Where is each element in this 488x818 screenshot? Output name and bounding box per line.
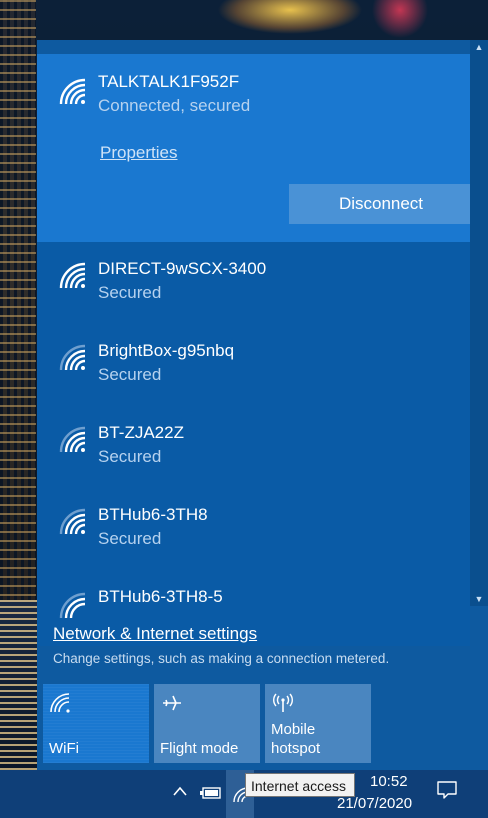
- network-tooltip: Internet access: [245, 773, 355, 797]
- wifi-signal-icon: [59, 344, 86, 371]
- wifi-signal-icon: [59, 262, 86, 289]
- battery-icon[interactable]: [200, 786, 222, 805]
- properties-link[interactable]: Properties: [100, 143, 177, 163]
- network-name: BrightBox-g95nbq: [98, 341, 235, 360]
- network-flyout: TALKTALK1F952F Connected, secured Proper…: [37, 40, 488, 770]
- taskbar: 10:52 21/07/2020: [0, 770, 488, 818]
- network-name: BTHub6-3TH8-5: [98, 587, 223, 606]
- wifi-signal-icon: [59, 592, 86, 619]
- network-status: Secured: [98, 365, 162, 384]
- network-item[interactable]: BTHub6-3TH8 Secured: [37, 498, 470, 580]
- network-status: Secured: [98, 447, 162, 466]
- network-status: Secured: [98, 283, 162, 302]
- notification-icon[interactable]: [436, 780, 458, 800]
- network-item[interactable]: BT-ZJA22Z Secured: [37, 416, 470, 498]
- flight-mode-tile[interactable]: Flight mode: [154, 684, 260, 763]
- wifi-signal-icon: [59, 78, 86, 105]
- network-item-connected[interactable]: TALKTALK1F952F Connected, secured Proper…: [37, 54, 470, 242]
- wifi-icon: [50, 693, 70, 713]
- clock-time[interactable]: 10:52: [370, 773, 408, 790]
- network-name: TALKTALK1F952F: [98, 72, 240, 91]
- network-settings-description: Change settings, such as making a connec…: [53, 651, 390, 666]
- network-item[interactable]: DIRECT-9wSCX-3400 Secured: [37, 252, 470, 334]
- wallpaper-city-lights: [0, 600, 40, 770]
- mobile-hotspot-tile[interactable]: Mobile hotspot: [265, 684, 371, 763]
- network-status: Secured: [98, 529, 162, 548]
- network-list-scrollbar[interactable]: ▲ ▼: [470, 40, 488, 606]
- wifi-toggle-tile[interactable]: WiFi: [43, 684, 149, 763]
- network-name: DIRECT-9wSCX-3400: [98, 259, 267, 278]
- network-list[interactable]: TALKTALK1F952F Connected, secured Proper…: [37, 54, 470, 646]
- airplane-icon: [163, 695, 181, 711]
- chevron-up-icon[interactable]: [172, 784, 188, 802]
- disconnect-button[interactable]: Disconnect: [289, 184, 470, 224]
- tile-label: WiFi: [49, 740, 79, 757]
- tile-label: Flight mode: [160, 740, 239, 757]
- tile-label: Mobile hotspot: [271, 721, 321, 757]
- wifi-signal-icon: [59, 508, 86, 535]
- network-status: Connected, secured: [98, 96, 251, 115]
- network-item[interactable]: BTHub6-3TH8-5: [37, 580, 470, 620]
- clock-date[interactable]: 21/07/2020: [337, 795, 412, 812]
- scroll-up-icon[interactable]: ▲: [470, 40, 488, 54]
- wifi-signal-icon: [59, 426, 86, 453]
- network-settings-link[interactable]: Network & Internet settings: [53, 624, 257, 644]
- network-item[interactable]: BrightBox-g95nbq Secured: [37, 334, 470, 416]
- scroll-down-icon[interactable]: ▼: [470, 592, 488, 606]
- network-name: BT-ZJA22Z: [98, 423, 184, 442]
- hotspot-icon: [273, 693, 293, 712]
- network-name: BTHub6-3TH8: [98, 505, 208, 524]
